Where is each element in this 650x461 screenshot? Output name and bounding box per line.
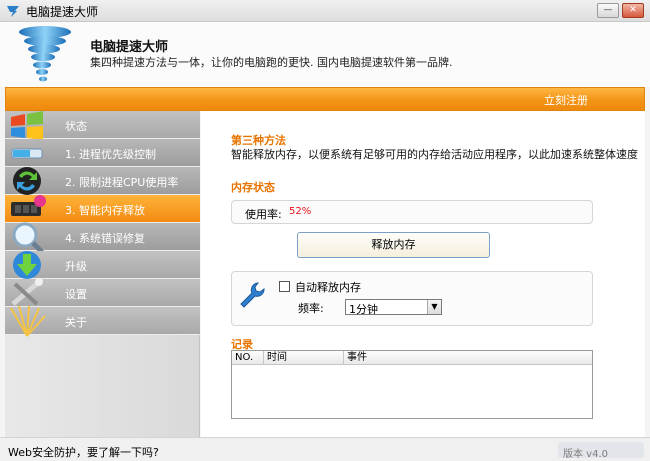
wrench-icon [240, 282, 265, 308]
log-column-event[interactable]: 事件 [344, 351, 592, 365]
sidebar-item-status[interactable]: 状态 [5, 111, 200, 140]
sidebar-item-about[interactable]: 关于 [5, 305, 200, 337]
frequency-value: 1分钟 [349, 303, 378, 316]
header-app-name: 电脑提速大师 [90, 40, 169, 55]
sidebar-item-memory-release[interactable]: 3. 智能内存释放 [5, 195, 200, 223]
sidebar-item-cpu-limit[interactable]: 2. 限制进程CPU使用率 [5, 167, 200, 195]
log-column-no[interactable]: NO. [232, 351, 264, 365]
sidebar-item-settings[interactable]: 设置 [5, 278, 200, 307]
sidebar-item-upgrade[interactable]: 升级 [5, 251, 200, 279]
window-title: 电脑提速大师 [26, 5, 99, 19]
release-memory-button[interactable]: 释放内存 [297, 232, 490, 258]
sidebar: 状态 1. 进程优先级控制 2. 限制进程CPU使用率 3. 智能内存释放 4.… [5, 111, 200, 437]
sidebar-item-error-repair[interactable]: 4. 系统错误修复 [5, 222, 200, 254]
log-table-header: NO. 时间 事件 [232, 351, 592, 365]
title-bar: 电脑提速大师 — ✕ [0, 0, 650, 22]
app-icon [7, 6, 19, 17]
memory-status-title: 内存状态 [231, 181, 275, 194]
sidebar-item-process-priority[interactable]: 1. 进程优先级控制 [5, 139, 200, 167]
chevron-down-icon: ▼ [427, 300, 441, 314]
auto-release-checkbox[interactable] [279, 281, 290, 292]
sidebar-item-label: 3. 智能内存释放 [65, 204, 145, 217]
log-table[interactable]: NO. 时间 事件 [231, 350, 593, 419]
auto-release-panel: 自动释放内存 频率: 1分钟 ▼ [231, 271, 593, 326]
sunburst-icon [10, 305, 46, 337]
sidebar-item-label: 状态 [65, 120, 87, 133]
frequency-label: 频率: [298, 302, 324, 315]
usage-value: 52% [289, 206, 312, 217]
frequency-select[interactable]: 1分钟 ▼ [345, 299, 442, 316]
register-now-link[interactable]: 立刻注册 [544, 92, 588, 108]
sidebar-item-label: 1. 进程优先级控制 [65, 148, 156, 161]
tornado-logo-icon [19, 26, 71, 82]
sidebar-item-label: 2. 限制进程CPU使用率 [65, 176, 179, 189]
memory-usage-panel: 使用率: 52% [231, 200, 593, 224]
app-header: 电脑提速大师 集四种提速方法与一体，让你的电脑跑的更快. 国内电脑提速软件第一品… [0, 22, 650, 87]
version-label: 版本 v4.0 [563, 449, 608, 460]
method-description: 智能释放内存，以便系统有足够可用的内存给活动应用程序，以此加速系统整体速度 [231, 148, 638, 161]
sidebar-item-label: 设置 [65, 288, 87, 301]
auto-release-label: 自动释放内存 [295, 281, 361, 294]
sidebar-item-label: 关于 [65, 316, 87, 329]
close-button[interactable]: ✕ [622, 3, 644, 18]
main-content: 第三种方法 智能释放内存，以便系统有足够可用的内存给活动应用程序，以此加速系统整… [201, 111, 645, 437]
minimize-button[interactable]: — [597, 3, 619, 18]
orange-toolbar: 立刻注册 [5, 87, 645, 111]
status-bar: Web安全防护，要了解一下吗? 版本 v4.0 [0, 437, 650, 461]
log-column-time[interactable]: 时间 [264, 351, 344, 365]
header-slogan: 集四种提速方法与一体，让你的电脑跑的更快. 国内电脑提速软件第一品牌. [90, 56, 453, 69]
sidebar-item-label: 升级 [65, 260, 87, 273]
web-protection-link[interactable]: Web安全防护，要了解一下吗? [8, 444, 159, 460]
sidebar-item-label: 4. 系统错误修复 [65, 232, 145, 245]
usage-label: 使用率: [245, 208, 282, 221]
